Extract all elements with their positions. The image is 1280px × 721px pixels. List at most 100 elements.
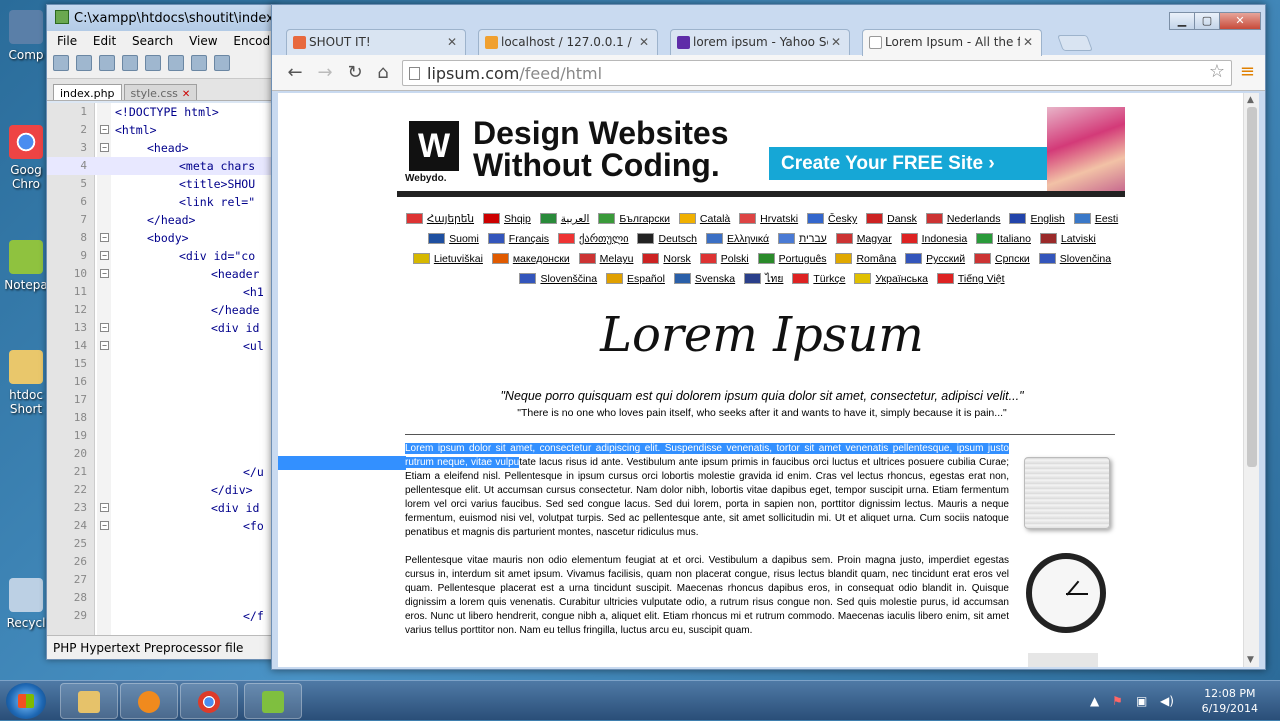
print-icon[interactable] [191, 55, 207, 71]
close-icon[interactable]: ✕ [639, 35, 649, 49]
save-all-icon[interactable] [122, 55, 138, 71]
volume-icon[interactable]: ◀) [1160, 694, 1174, 708]
chrome-tab-phpmyadmin[interactable]: localhost / 127.0.0.1 / sho ✕ [478, 29, 658, 55]
language-link[interactable]: Українська [854, 269, 928, 289]
language-link[interactable]: Latviski [1039, 229, 1096, 249]
fold-toggle-icon[interactable]: − [100, 143, 109, 152]
code-line[interactable]: 7 </head> [47, 211, 275, 229]
taskbar-chrome[interactable] [180, 683, 238, 719]
code-line[interactable]: 6 <link rel=" [47, 193, 275, 211]
language-link[interactable]: Svenska [673, 269, 735, 289]
language-link[interactable]: Polski [699, 249, 749, 269]
code-line[interactable]: 1 <!DOCTYPE html> [47, 103, 275, 121]
scroll-down-icon[interactable]: ▼ [1247, 655, 1254, 665]
code-line[interactable]: 5 <title>SHOU [47, 175, 275, 193]
close-icon[interactable]: ✕ [831, 35, 841, 49]
code-line[interactable]: 9 − <div id="co [47, 247, 275, 265]
maximize-icon[interactable]: ▢ [1194, 12, 1220, 30]
fold-toggle-icon[interactable]: − [100, 341, 109, 350]
language-link[interactable]: Hrvatski [739, 209, 798, 229]
save-icon[interactable] [99, 55, 115, 71]
code-line[interactable]: 2 − <html> [47, 121, 275, 139]
webydo-ad-banner[interactable]: W Webydo. Design Websites Without Coding… [397, 107, 1125, 197]
code-line[interactable]: 13 − <div id [47, 319, 275, 337]
language-link[interactable]: Nederlands [925, 209, 1001, 229]
language-link[interactable]: Deutsch [637, 229, 697, 249]
show-hidden-icons-icon[interactable]: ▲ [1090, 694, 1099, 708]
close-all-icon[interactable] [168, 55, 184, 71]
desktop-icon-recycle[interactable]: Recycl [4, 578, 48, 630]
language-link[interactable]: ไทย [744, 269, 783, 289]
new-file-icon[interactable] [53, 55, 69, 71]
bookmark-star-icon[interactable]: ☆ [1209, 61, 1225, 82]
code-line[interactable]: 11 <h1 [47, 283, 275, 301]
language-link[interactable]: Français [487, 229, 549, 249]
home-icon[interactable]: ⌂ [372, 62, 394, 83]
reload-icon[interactable]: ↻ [344, 62, 366, 83]
language-link[interactable]: Српски [973, 249, 1030, 269]
code-line[interactable]: 4 <meta chars [47, 157, 275, 175]
language-link[interactable]: Suomi [428, 229, 479, 249]
create-free-site-button[interactable]: Create Your FREE Site › [769, 147, 1047, 180]
lorem-paragraph-2[interactable]: Pellentesque vitae mauris non odio eleme… [405, 554, 1009, 638]
npp-tab-index-php[interactable]: index.php [53, 84, 122, 100]
language-link[interactable]: Melayu [578, 249, 633, 269]
npp-menu-view[interactable]: View [189, 34, 217, 48]
minimize-icon[interactable]: ▁ [1169, 12, 1195, 30]
code-line[interactable]: 17 [47, 391, 275, 409]
scrollbar-thumb[interactable] [1247, 107, 1257, 467]
code-line[interactable]: 15 [47, 355, 275, 373]
language-link[interactable]: עברית [777, 229, 827, 249]
close-icon[interactable]: ✕ [1023, 35, 1033, 49]
code-line[interactable]: 27 [47, 571, 275, 589]
language-link[interactable]: Shqip [482, 209, 531, 229]
lorem-paragraph-1[interactable]: Lorem ipsum dolor sit amet, consectetur … [405, 442, 1009, 540]
fold-toggle-icon[interactable]: − [100, 521, 109, 530]
fold-toggle-icon[interactable]: − [100, 233, 109, 242]
language-link[interactable]: Português [757, 249, 827, 269]
code-line[interactable]: 24 − <fo [47, 517, 275, 535]
chrome-tab-lipsum[interactable]: Lorem Ipsum - All the fact ✕ [862, 29, 1042, 56]
language-link[interactable]: Български [598, 209, 670, 229]
npp-menu-edit[interactable]: Edit [93, 34, 116, 48]
language-link[interactable]: македонски [491, 249, 570, 269]
language-link[interactable]: Slovenščina [519, 269, 597, 289]
code-line[interactable]: 18 [47, 409, 275, 427]
code-line[interactable]: 20 [47, 445, 275, 463]
language-link[interactable]: Հայերեն [405, 209, 474, 229]
fold-toggle-icon[interactable]: − [100, 503, 109, 512]
code-line[interactable]: 19 [47, 427, 275, 445]
chrome-tab-shoutit[interactable]: SHOUT IT! ✕ [286, 29, 466, 55]
new-tab-button[interactable] [1057, 35, 1093, 51]
back-arrow-icon[interactable]: ← [284, 62, 306, 83]
chrome-tab-yahoo[interactable]: lorem ipsum - Yahoo Sear ✕ [670, 29, 850, 55]
fold-toggle-icon[interactable]: − [100, 269, 109, 278]
code-line[interactable]: 23 − <div id [47, 499, 275, 517]
open-file-icon[interactable] [76, 55, 92, 71]
language-link[interactable]: Slovenčina [1038, 249, 1111, 269]
npp-menu-search[interactable]: Search [132, 34, 173, 48]
fold-toggle-icon[interactable]: − [100, 125, 109, 134]
code-line[interactable]: 12 </heade [47, 301, 275, 319]
language-link[interactable]: Norsk [642, 249, 691, 269]
code-line[interactable]: 14 − <ul [47, 337, 275, 355]
address-bar[interactable]: lipsum.com/feed/html [402, 60, 1232, 86]
code-line[interactable]: 16 [47, 373, 275, 391]
code-line[interactable]: 29 </f [47, 607, 275, 625]
start-button[interactable] [6, 683, 46, 719]
npp-code-editor[interactable]: 1 <!DOCTYPE html> 2− <html> 3− <head> 4 <meta c… [47, 103, 275, 635]
desktop-icon-notepad[interactable]: Notepa [4, 240, 48, 292]
desktop-icon-chrome[interactable]: Goog Chro [4, 125, 48, 191]
language-link[interactable]: Italiano [976, 229, 1031, 249]
language-link[interactable]: Ελληνικά [705, 229, 769, 249]
language-link[interactable]: Pусский [905, 249, 965, 269]
code-line[interactable]: 8 − <body> [47, 229, 275, 247]
language-link[interactable]: Magyar [835, 229, 892, 249]
network-icon[interactable]: ▣ [1136, 694, 1147, 708]
code-line[interactable]: 25 [47, 535, 275, 553]
language-link[interactable]: Eesti [1073, 209, 1118, 229]
chrome-menu-icon[interactable]: ≡ [1240, 61, 1255, 82]
fold-toggle-icon[interactable]: − [100, 323, 109, 332]
desktop-icon-computer[interactable]: Comp [4, 10, 48, 62]
taskbar-notepadpp[interactable] [244, 683, 302, 719]
